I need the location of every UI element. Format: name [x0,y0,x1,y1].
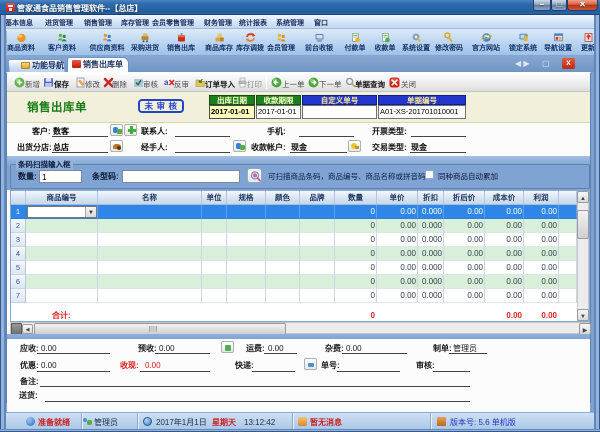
svg-text:a: a [164,77,169,88]
